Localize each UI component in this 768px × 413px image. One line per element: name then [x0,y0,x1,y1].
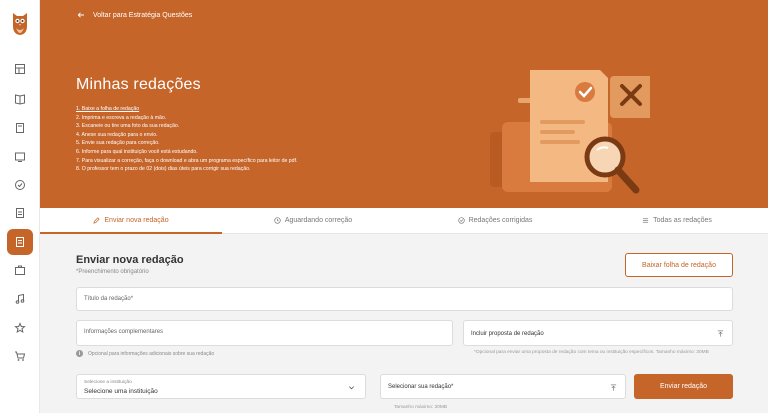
essay-review-illustration [490,70,650,194]
document-icon [16,208,24,218]
field-label: Selecionar sua redação* [388,384,454,390]
check-circle-icon [457,217,465,224]
sidebar-item-briefcase[interactable] [7,257,33,283]
briefcase-icon [15,265,25,275]
tab-label: Enviar nova redação [104,217,169,224]
field-label: Título da redação* [84,296,134,302]
step-item: 5. Envie sua redação para correção. [76,140,160,147]
complementary-info-input[interactable]: Informações complementares [76,320,453,346]
upload-icon [717,330,724,337]
send-essay-form: Enviar nova redação *Preenchimento obrig… [40,234,768,413]
clock-icon [274,217,281,224]
include-proposal-upload[interactable]: Incluir proposta de redação [463,320,733,346]
app-root: Voltar para Estratégia Questões Minhas r… [0,0,768,413]
submit-essay-button[interactable]: Enviar redação [634,374,733,399]
arrow-left-icon [77,12,84,18]
sidebar-item-check[interactable] [7,172,33,198]
sidebar-item-book[interactable] [7,86,33,112]
essay-tabs: Enviar nova redação Aguardando correção … [40,208,768,234]
owl-logo-icon[interactable] [11,10,29,36]
sidebar [0,0,40,413]
star-icon [14,322,26,334]
sidebar-item-music[interactable] [7,286,33,312]
info-hint-text: Opcional para informações adicionais sob… [88,350,215,357]
download-sheet-button[interactable]: Baixar folha de redação [625,253,733,277]
list-icon [642,218,649,223]
tab-label: Redações corrigidas [468,217,533,224]
field-label: Informações complementares [84,329,164,335]
sidebar-item-notebook[interactable] [7,115,33,141]
tab-all-essays[interactable]: Todas as redações [586,208,768,233]
notebook-icon [16,123,24,133]
check-badge-icon [15,180,25,190]
info-hint: i Opcional para informações adicionais s… [76,350,214,357]
tab-label: Todas as redações [653,217,712,224]
essay-icon [16,237,24,247]
form-title: Enviar nova redação [76,254,184,266]
select-label: Selecione a instituição [84,380,132,385]
tab-corrected-essays[interactable]: Redações corrigidas [404,208,586,233]
cart-icon [15,351,26,361]
step-item: 6. Informe para qual instituição você es… [76,148,198,155]
pencil-icon [93,217,101,224]
info-icon: i [76,350,83,357]
step-item: 2. Imprima e escreva a redação à mão. [76,114,167,121]
essay-title-input[interactable]: Título da redação* [76,287,733,311]
max-size-note: Tamanho máximo: 30MB [394,405,448,410]
page-title: Minhas redações [76,76,201,93]
chevron-down-icon [349,386,354,390]
sidebar-item-star[interactable] [7,315,33,341]
sidebar-item-document[interactable] [7,200,33,226]
tab-awaiting-correction[interactable]: Aguardando correção [222,208,404,233]
step-item: 7. Para visualizar a correção, faça o do… [76,157,298,164]
tab-send-new-essay[interactable]: Enviar nova redação [40,208,222,234]
essay-file-upload[interactable]: Selecionar sua redação* [380,374,626,399]
back-link[interactable]: Voltar para Estratégia Questões [77,11,192,19]
field-label: Incluir proposta de redação [471,331,544,337]
sidebar-item-monitor[interactable] [7,144,33,170]
step-item[interactable]: 1. Baixe a folha de redação [76,105,297,114]
music-icon [15,293,25,304]
step-item: 3. Escaneie ou tire uma foto da sua reda… [76,123,180,130]
sidebar-item-dashboard[interactable] [7,56,33,82]
dashboard-icon [15,64,25,74]
upload-icon [610,384,617,391]
back-link-label: Voltar para Estratégia Questões [93,11,193,19]
monitor-icon [15,152,25,162]
tab-label: Aguardando correção [284,217,353,224]
hero-banner: Voltar para Estratégia Questões Minhas r… [40,0,768,208]
instruction-steps: 1. Baixe a folha de redação 2. Imprima e… [76,105,297,174]
institution-select[interactable]: Selecione a instituição Selecione uma in… [76,374,366,399]
book-icon [15,94,25,105]
download-sheet-link[interactable]: 1. Baixe a folha de redação [76,106,139,112]
required-note: *Preenchimento obrigatório [76,269,149,275]
proposal-hint: *Opcional para enviar uma proposta de re… [474,350,709,355]
sidebar-item-cart[interactable] [7,343,33,369]
step-item: 4. Anexe sua redação para o envio. [76,131,158,138]
select-value: Selecione uma instituição [84,388,158,395]
sidebar-item-essays[interactable] [7,229,33,255]
step-item: 8. O professor tem o prazo de 02 (dois) … [76,166,251,173]
